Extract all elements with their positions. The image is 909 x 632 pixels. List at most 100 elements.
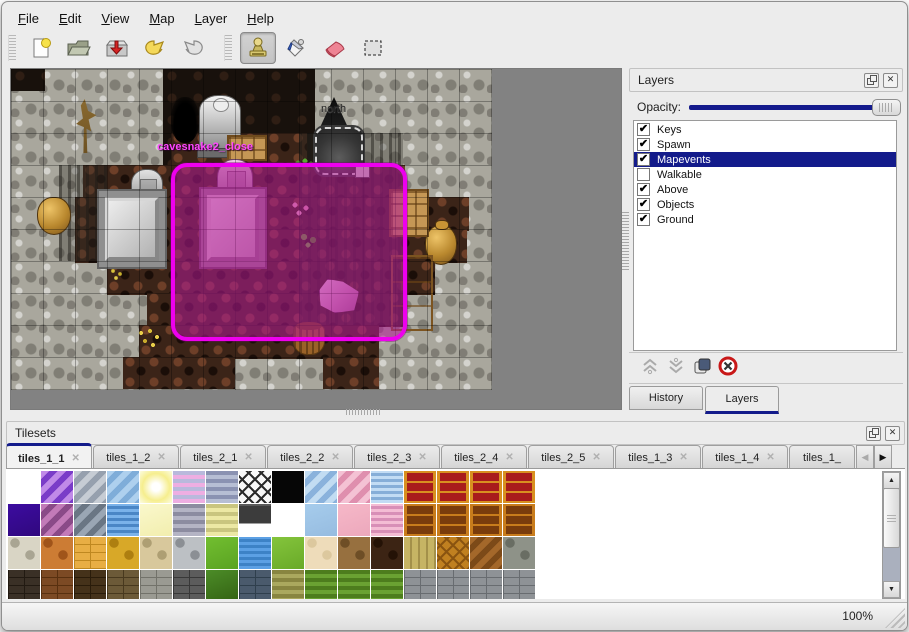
scroll-down-icon[interactable]: ▼: [883, 581, 900, 598]
tileset-tab-tiles_2_1[interactable]: tiles_2_1✕: [180, 445, 266, 470]
palette-tile[interactable]: [338, 570, 370, 599]
layer-visibility-checkbox[interactable]: ✔: [637, 153, 650, 166]
tab-scroll-right-icon[interactable]: ▶: [874, 445, 892, 470]
palette-tile[interactable]: [206, 537, 238, 569]
palette-tile[interactable]: [272, 471, 304, 503]
palette-tile[interactable]: [173, 537, 205, 569]
palette-scrollbar[interactable]: ▲ ▼: [882, 471, 901, 599]
tab-layers[interactable]: Layers: [705, 386, 779, 414]
palette-tile[interactable]: [140, 504, 172, 536]
palette-tile[interactable]: [371, 504, 403, 536]
save-button[interactable]: [100, 33, 134, 63]
stamp-tool-button[interactable]: [240, 32, 276, 64]
palette-tile[interactable]: [107, 537, 139, 569]
palette-tile[interactable]: [305, 504, 337, 536]
scrollbar-track[interactable]: [883, 547, 900, 583]
palette-tile[interactable]: [404, 504, 436, 536]
scrollbar-thumb[interactable]: [883, 488, 900, 548]
palette-tile[interactable]: [41, 471, 73, 503]
new-button[interactable]: [24, 33, 58, 63]
close-tab-icon[interactable]: ✕: [679, 452, 687, 463]
menu-help[interactable]: Help: [237, 7, 284, 30]
palette-tile[interactable]: [470, 471, 502, 503]
select-tool-button[interactable]: [356, 33, 390, 63]
palette-tile[interactable]: [470, 570, 502, 599]
close-tab-icon[interactable]: ✕: [418, 452, 426, 463]
palette-tile[interactable]: [503, 471, 535, 503]
opacity-slider[interactable]: [689, 98, 901, 116]
vertical-splitter[interactable]: [622, 212, 629, 272]
layer-visibility-checkbox[interactable]: ✔: [637, 198, 650, 211]
opacity-handle[interactable]: [872, 99, 901, 116]
palette-tile[interactable]: [41, 570, 73, 599]
tileset-tab-tiles_2_2[interactable]: tiles_2_2✕: [267, 445, 353, 470]
palette-tile[interactable]: [8, 504, 40, 536]
float-tilesets-icon[interactable]: [866, 426, 881, 441]
tileset-tab-tiles_2_5[interactable]: tiles_2_5✕: [528, 445, 614, 470]
palette-tile[interactable]: [338, 504, 370, 536]
lower-layer-button[interactable]: [663, 356, 689, 380]
tileset-tab-tiles_1_4[interactable]: tiles_1_4✕: [702, 445, 788, 470]
palette-tile[interactable]: [140, 570, 172, 599]
close-tab-icon[interactable]: ✕: [505, 452, 513, 463]
scroll-up-icon[interactable]: ▲: [883, 472, 900, 489]
palette-tile[interactable]: [107, 504, 139, 536]
palette-tile[interactable]: [41, 537, 73, 569]
palette-tile[interactable]: [371, 537, 403, 569]
palette-tile[interactable]: [437, 570, 469, 599]
palette-tile[interactable]: [338, 471, 370, 503]
eraser-tool-button[interactable]: [318, 33, 352, 63]
palette-tile[interactable]: [140, 471, 172, 503]
palette-tile[interactable]: [140, 537, 172, 569]
palette-tile[interactable]: [206, 570, 238, 599]
palette-tile[interactable]: [8, 537, 40, 569]
palette-tile[interactable]: [107, 471, 139, 503]
palette-tile[interactable]: [173, 570, 205, 599]
layer-row-objects[interactable]: ✔Objects: [634, 197, 896, 212]
palette-tile[interactable]: [404, 537, 436, 569]
palette-tile[interactable]: [503, 570, 535, 599]
menu-file[interactable]: File: [8, 7, 49, 30]
toolbar-drag-handle[interactable]: [8, 35, 16, 61]
open-button[interactable]: [62, 33, 96, 63]
layer-row-above[interactable]: ✔Above: [634, 182, 896, 197]
close-tab-icon[interactable]: ✕: [244, 452, 252, 463]
palette-tile[interactable]: [404, 471, 436, 503]
menu-layer[interactable]: Layer: [185, 7, 238, 30]
float-panel-icon[interactable]: [864, 73, 879, 88]
palette-tile[interactable]: [74, 570, 106, 599]
close-tilesets-icon[interactable]: ✕: [885, 426, 900, 441]
layer-row-keys[interactable]: ✔Keys: [634, 122, 896, 137]
layer-visibility-checkbox[interactable]: ✔: [637, 138, 650, 151]
palette-tile[interactable]: [272, 537, 304, 569]
palette-tile[interactable]: [371, 570, 403, 599]
palette-tile[interactable]: [338, 537, 370, 569]
palette-tile[interactable]: [239, 504, 271, 538]
palette-tile[interactable]: [206, 504, 238, 536]
palette-tile[interactable]: [74, 504, 106, 536]
map-canvas[interactable]: cavesnake2_close north: [10, 68, 622, 410]
raise-layer-button[interactable]: [637, 356, 663, 380]
palette-tile[interactable]: [107, 570, 139, 599]
delete-layer-button[interactable]: [715, 356, 741, 380]
tab-scroll-left-icon[interactable]: ◀: [856, 445, 874, 470]
toolbar-drag-handle[interactable]: [224, 35, 232, 61]
menu-map[interactable]: Map: [139, 7, 184, 30]
palette-tile[interactable]: [470, 504, 502, 536]
palette-tile[interactable]: [173, 504, 205, 536]
layer-visibility-checkbox[interactable]: [637, 168, 650, 181]
palette-tile[interactable]: [305, 537, 337, 569]
palette-tile[interactable]: [74, 537, 106, 569]
tileset-tab-tiles_1_2[interactable]: tiles_1_2✕: [93, 445, 179, 470]
tab-history[interactable]: History: [629, 386, 703, 410]
close-panel-icon[interactable]: ✕: [883, 73, 898, 88]
layer-visibility-checkbox[interactable]: ✔: [637, 213, 650, 226]
tile-palette[interactable]: ▲ ▼: [6, 468, 905, 599]
palette-tile[interactable]: [8, 570, 40, 599]
fill-tool-button[interactable]: [280, 33, 314, 63]
layer-row-spawn[interactable]: ✔Spawn: [634, 137, 896, 152]
layer-row-mapevents[interactable]: ✔Mapevents: [634, 152, 896, 167]
close-tab-icon[interactable]: ✕: [766, 452, 774, 463]
palette-tile[interactable]: [272, 570, 304, 599]
menu-view[interactable]: View: [91, 7, 139, 30]
